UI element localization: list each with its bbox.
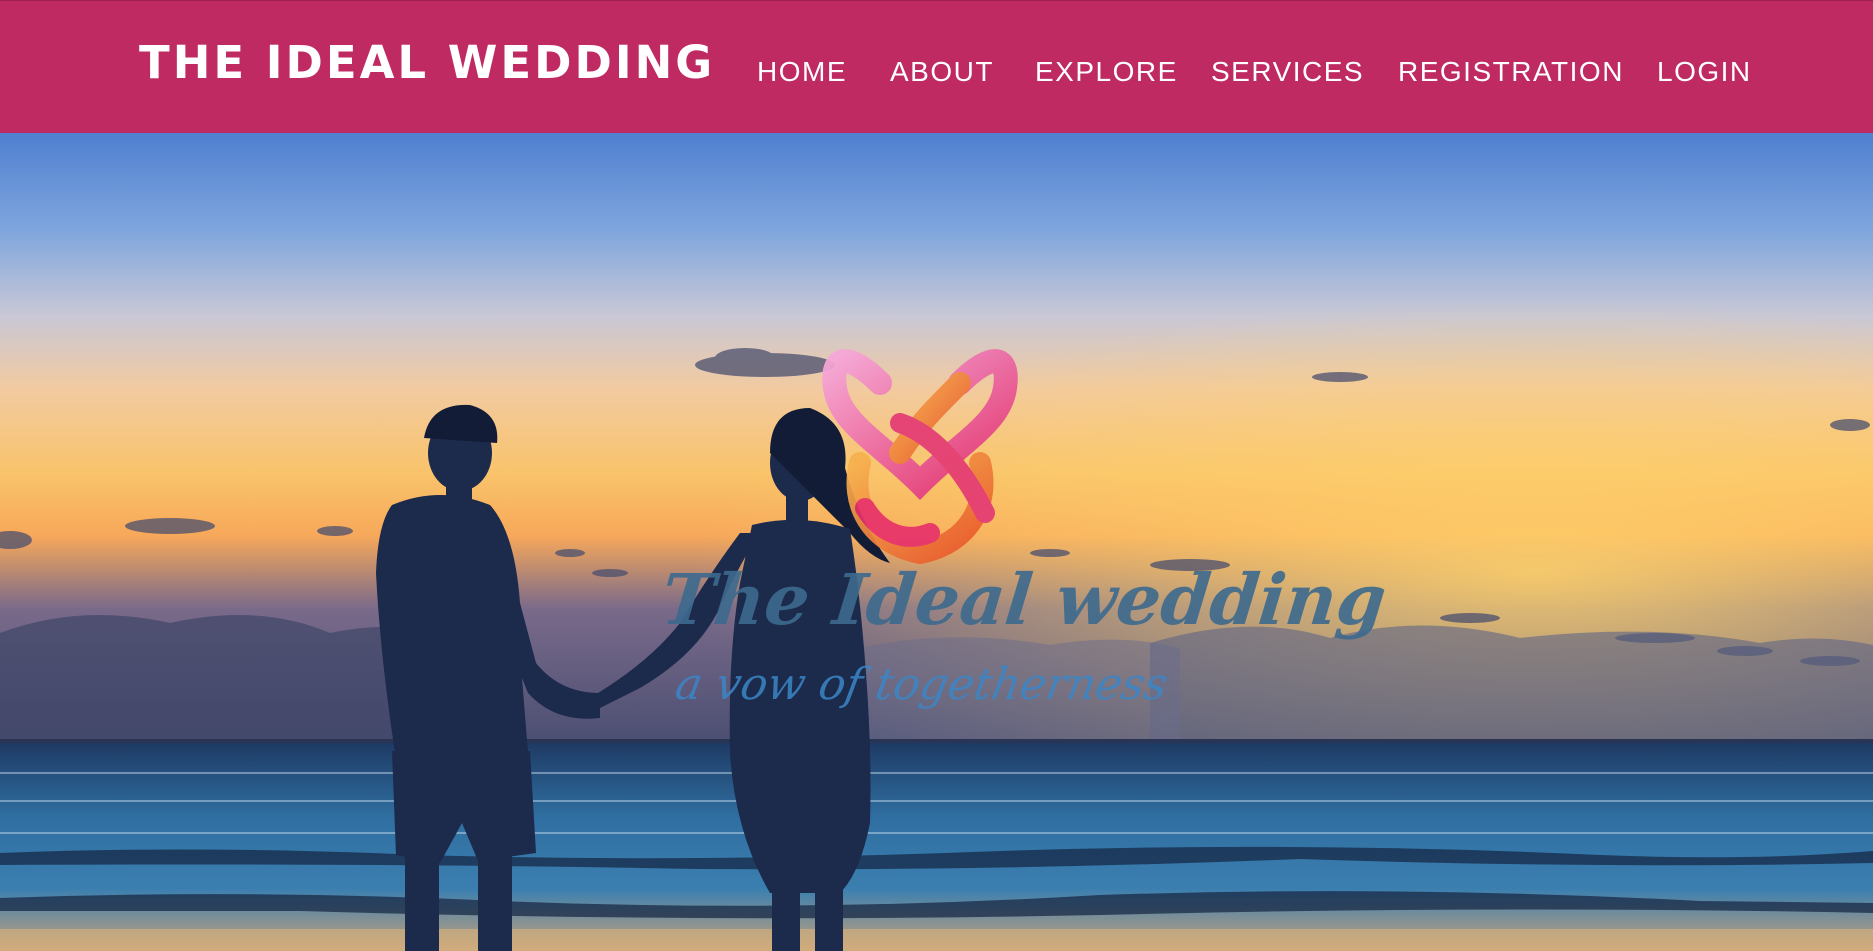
nav-link-explore[interactable]: EXPLORE: [1035, 54, 1178, 90]
nav-item-home: HOME: [757, 54, 847, 90]
nav-link-registration[interactable]: REGISTRATION: [1398, 54, 1624, 90]
brand-logo-link[interactable]: THE IDEAL WEDDING: [139, 37, 715, 89]
nav-item-registration: REGISTRATION: [1398, 54, 1624, 90]
nav-item-login: LOGIN: [1657, 54, 1752, 90]
nav-link-services[interactable]: SERVICES: [1211, 54, 1364, 90]
nav-item-services: SERVICES: [1211, 54, 1364, 90]
top-navbar: THE IDEAL WEDDING HOME ABOUT EXPLORE SER…: [0, 0, 1873, 133]
hero-banner: The Ideal wedding a vow of togetherness: [0, 133, 1873, 951]
hero-background-image: [0, 133, 1873, 951]
nav-link-about[interactable]: ABOUT: [890, 54, 994, 90]
nav-item-explore: EXPLORE: [1035, 54, 1178, 90]
nav-item-about: ABOUT: [890, 54, 994, 90]
nav-link-home[interactable]: HOME: [757, 54, 847, 90]
nav-link-login[interactable]: LOGIN: [1657, 54, 1752, 90]
